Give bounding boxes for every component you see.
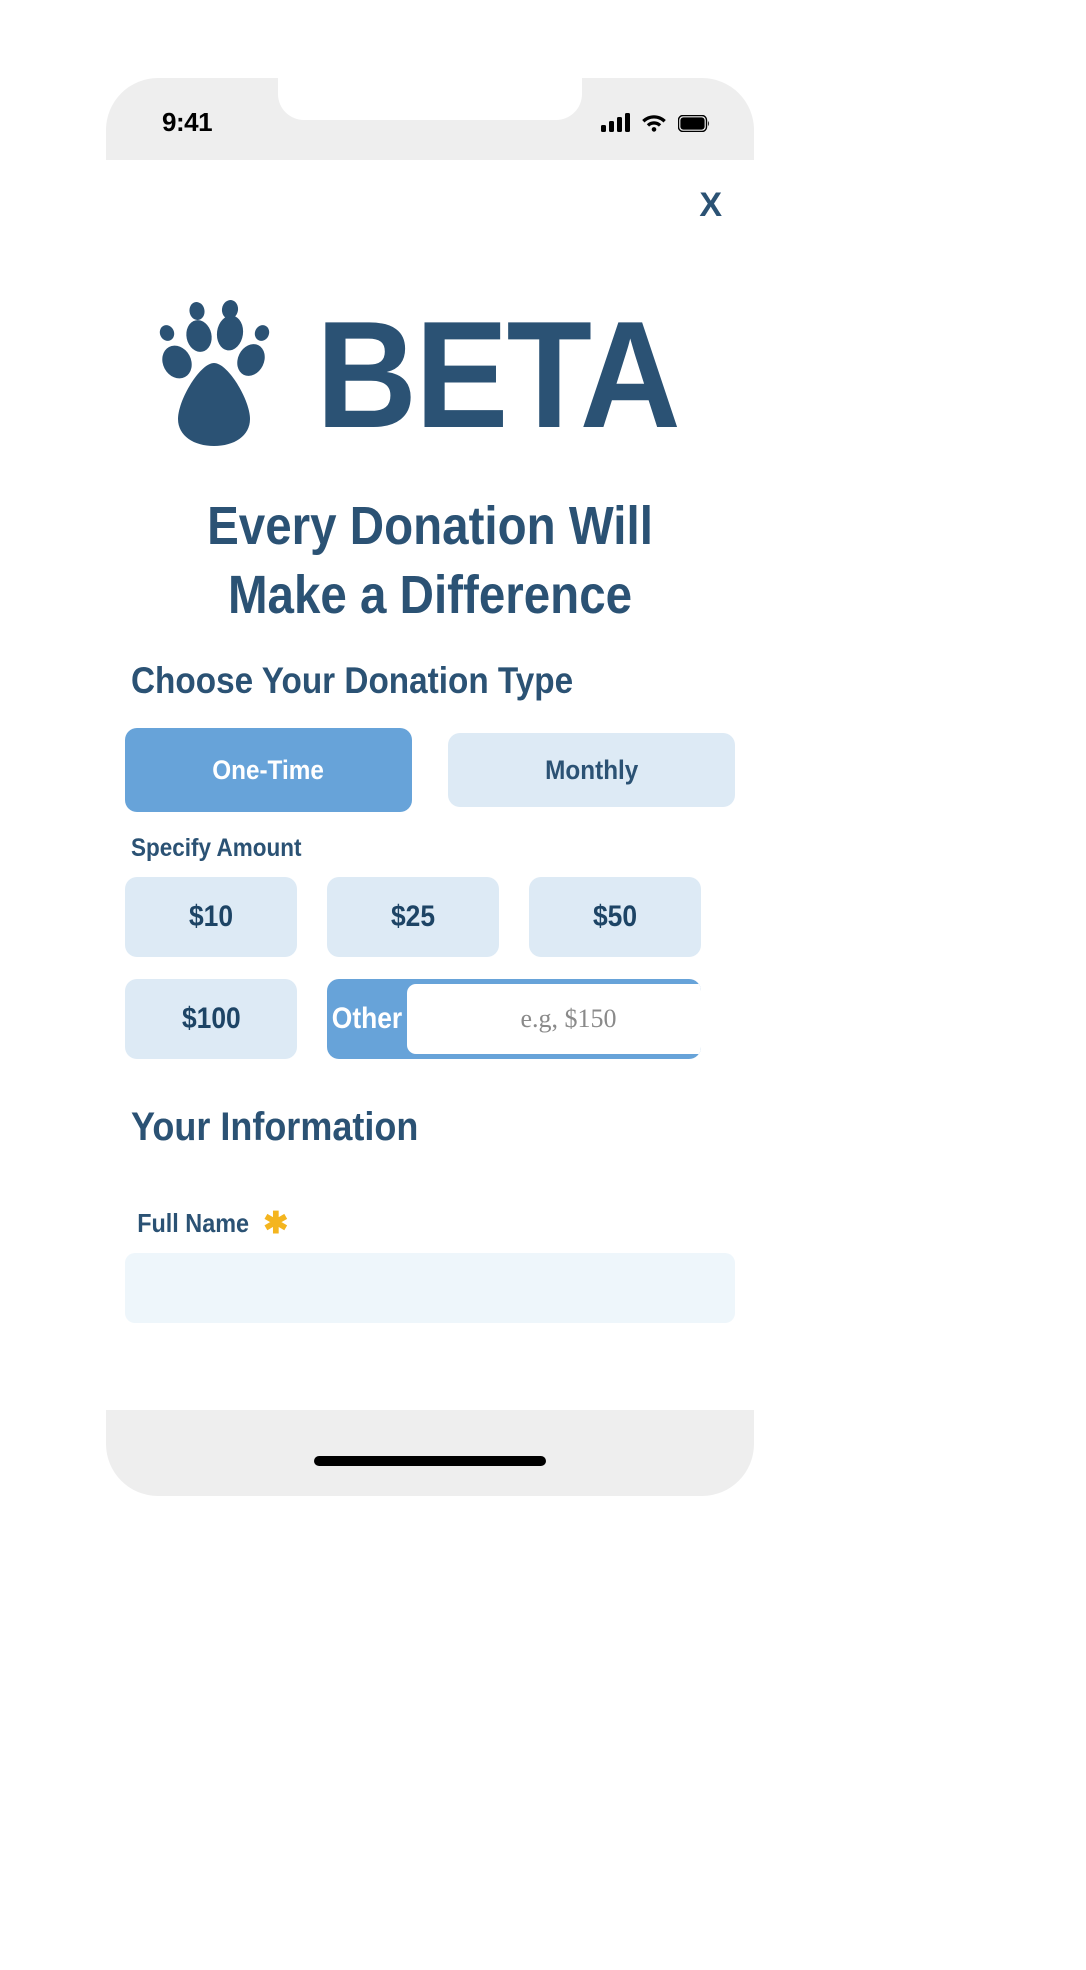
phone-frame: 9:41 X BETA Every Donation Will Make a D… [106,78,754,1496]
battery-icon [678,115,710,132]
amount-other-group: Other [327,979,701,1059]
amount-label-25: $25 [390,900,436,933]
phone-bottom-bezel [106,1410,754,1496]
donation-form: Choose Your Donation Type One-Time Month… [106,660,754,1323]
amount-label-100: $100 [181,1002,241,1035]
your-information-title: Your Information [131,1105,419,1149]
status-bar-time: 9:41 [162,107,213,137]
donation-type-options: One-Time Monthly [125,728,735,812]
donation-type-monthly-button[interactable]: Monthly [448,733,735,807]
headline-line-2: Make a Difference [227,565,633,626]
paw-print-icon [150,300,290,450]
cellular-signal-icon [601,112,630,132]
close-icon[interactable]: X [699,188,722,222]
amount-other-button[interactable]: Other [327,979,407,1059]
page-headline: Every Donation Will Make a Difference [145,492,715,630]
amount-button-25[interactable]: $25 [327,877,499,957]
headline-line-1: Every Donation Will [207,496,653,556]
amount-button-10[interactable]: $10 [125,877,297,957]
amount-label-50: $50 [592,900,638,933]
brand-logo: BETA [106,289,754,460]
full-name-label-text: Full Name [137,1208,250,1238]
wifi-icon [641,112,667,132]
amount-preset-row-1: $10 $25 $50 [125,877,735,957]
amount-button-100[interactable]: $100 [125,979,297,1059]
app-screen: X BETA Every Donation Will Make a Differ… [106,160,754,1410]
required-asterisk-icon: ✱ [263,1206,289,1240]
specify-amount-label: Specify Amount [131,834,302,862]
donation-type-one-time-button[interactable]: One-Time [125,728,412,812]
donation-type-monthly-label: Monthly [544,754,639,785]
home-indicator[interactable] [314,1456,546,1466]
amount-other-input[interactable] [407,984,701,1054]
amount-label-10: $10 [188,900,234,933]
status-bar-icons [601,106,710,132]
donation-type-one-time-label: One-Time [212,754,325,785]
full-name-label: Full Name ✱ [131,1208,735,1239]
full-name-input[interactable] [125,1253,735,1323]
donation-type-title: Choose Your Donation Type [131,660,574,701]
amount-other-label: Other [331,1002,403,1035]
amount-button-50[interactable]: $50 [529,877,701,957]
amount-preset-row-2: $100 Other [125,979,735,1059]
status-bar: 9:41 [106,78,754,160]
brand-name: BETA [315,289,681,460]
